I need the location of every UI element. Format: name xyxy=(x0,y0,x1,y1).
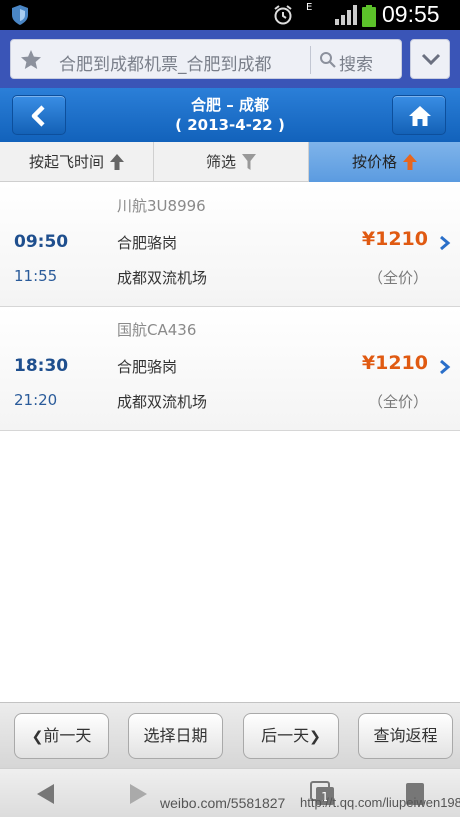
flight-row[interactable]: 国航CA436 18:30 21:20 合肥骆岗 成都双流机场 ¥1210 （全… xyxy=(0,307,460,431)
chevron-down-icon xyxy=(421,53,441,65)
battery-icon xyxy=(362,5,376,27)
watermark-tqq: http://t.qq.com/liupeiwen1982 xyxy=(300,795,460,810)
url-text[interactable]: 合肥到成都机票_合肥到成都 xyxy=(59,50,305,75)
tab-label: 按价格 xyxy=(351,153,397,171)
next-day-label: 后一天 xyxy=(261,726,310,745)
home-icon xyxy=(409,106,431,126)
browser-nav-bar: 1 weibo.com/5581827 http://t.qq.com/liup… xyxy=(0,768,460,817)
tab-sort-price[interactable]: 按价格 xyxy=(309,142,460,182)
tab-filter[interactable]: 筛选 xyxy=(154,142,309,182)
departure-time: 18:30 xyxy=(14,356,69,376)
arrow-up-icon xyxy=(110,154,124,170)
url-field[interactable]: 合肥到成都机票_合肥到成都 搜索 xyxy=(10,39,402,79)
price: ¥1210 xyxy=(361,228,428,250)
price: ¥1210 xyxy=(361,352,428,374)
flight-number: 川航3U8996 xyxy=(117,197,206,215)
clock: 09:55 xyxy=(382,1,440,27)
departure-time: 09:50 xyxy=(14,232,69,252)
prev-day-label: 前一天 xyxy=(43,726,92,745)
flight-row[interactable]: 川航3U8996 09:50 11:55 合肥骆岗 成都双流机场 ¥1210 （… xyxy=(0,183,460,307)
arrival-time: 11:55 xyxy=(14,267,58,285)
departure-airport: 合肥骆岗 xyxy=(117,358,178,376)
route-cities: 合肥 – 成都 xyxy=(191,96,269,114)
alarm-icon xyxy=(274,5,292,25)
arrival-airport: 成都双流机场 xyxy=(117,269,208,287)
chevron-left-icon: ❮ xyxy=(31,729,44,745)
next-day-button[interactable]: 后一天❯ xyxy=(243,713,339,759)
pick-date-button[interactable]: 选择日期 xyxy=(128,713,223,759)
chevron-right-icon: ❯ xyxy=(309,729,321,745)
filter-icon xyxy=(242,154,256,170)
action-bar: ❮前一天 选择日期 后一天❯ 查询返程 xyxy=(0,702,460,768)
route-title: 合肥 – 成都 ( 2013-4-22 ) xyxy=(120,95,340,135)
watermark-weibo: weibo.com/5581827 xyxy=(160,795,286,811)
arrival-time: 21:20 xyxy=(14,391,58,409)
browser-url-bar: 合肥到成都机票_合肥到成都 搜索 xyxy=(0,30,460,88)
tab-label: 按起飞时间 xyxy=(28,153,104,171)
return-query-label: 查询返程 xyxy=(373,726,438,745)
url-divider xyxy=(310,46,311,74)
prev-day-button[interactable]: ❮前一天 xyxy=(14,713,109,759)
url-dropdown-button[interactable] xyxy=(410,39,450,79)
signal-icon xyxy=(335,5,357,25)
status-bar: E 09:55 xyxy=(0,0,460,30)
shield-icon xyxy=(12,5,28,25)
fare-type: （全价） xyxy=(367,393,428,411)
chevron-left-icon xyxy=(31,105,45,127)
back-arrow-icon[interactable] xyxy=(34,782,56,806)
search-icon[interactable] xyxy=(319,51,337,69)
search-label[interactable]: 搜索 xyxy=(339,50,373,75)
route-date: ( 2013-4-22 ) xyxy=(175,116,285,134)
arrow-up-icon xyxy=(403,154,417,170)
arrival-airport: 成都双流机场 xyxy=(117,393,208,411)
tab-label: 筛选 xyxy=(205,153,236,171)
fare-type: （全价） xyxy=(367,269,428,287)
chevron-right-icon xyxy=(440,359,451,375)
return-query-button[interactable]: 查询返程 xyxy=(358,713,453,759)
tab-sort-departure[interactable]: 按起飞时间 xyxy=(0,142,154,182)
flight-number: 国航CA436 xyxy=(117,321,197,339)
bookmark-star-icon[interactable] xyxy=(19,48,43,72)
page-header: 合肥 – 成都 ( 2013-4-22 ) xyxy=(0,88,460,142)
departure-airport: 合肥骆岗 xyxy=(117,234,178,252)
pick-date-label: 选择日期 xyxy=(143,726,208,745)
back-button[interactable] xyxy=(12,95,66,135)
sort-bar: 按起飞时间 筛选 按价格 xyxy=(0,142,460,182)
chevron-right-icon xyxy=(440,235,451,251)
home-button[interactable] xyxy=(392,95,446,135)
data-indicator: E xyxy=(306,2,313,13)
forward-arrow-icon[interactable] xyxy=(128,782,150,806)
